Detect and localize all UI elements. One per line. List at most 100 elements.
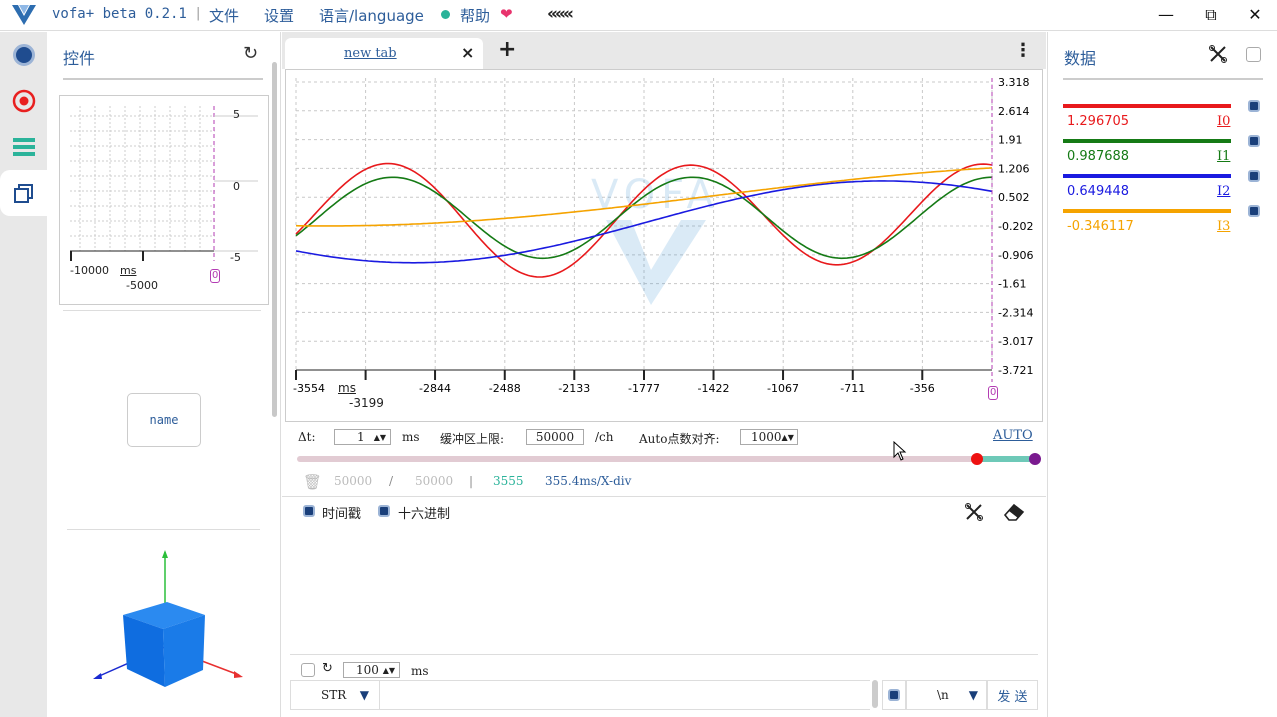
tab-new-tab[interactable]: new tab × [285,38,483,69]
dt-stepper[interactable]: 1 ▲▼ [334,429,391,445]
waveform-svg[interactable]: VOFA 3.3182.6141.911.2060.502-0.202-0.90… [286,70,1042,421]
mouse-cursor-icon [893,441,907,461]
mode-select[interactable]: STR ▼ [290,680,380,710]
y-tick-label: -3.017 [998,335,1033,348]
mini-cursor-label[interactable]: 0 [210,269,221,283]
collapse-icon[interactable]: ««« [547,4,574,24]
scrollbar[interactable] [272,62,277,417]
name-button-widget[interactable]: name [127,393,201,447]
timestamp-label: 时间戳 [322,507,362,522]
channel-name[interactable]: I1 [1217,149,1230,164]
minimize-button[interactable]: — [1156,5,1176,24]
auto-send-checkbox[interactable] [301,663,315,677]
eol-value: \n [937,688,949,702]
hex-checkbox[interactable] [378,505,390,517]
more-icon[interactable]: ⋮ [1014,40,1032,61]
count-separator: / [389,474,394,488]
target-icon [12,89,35,113]
channel-name[interactable]: I3 [1217,219,1230,234]
waveform-chart[interactable]: VOFA 3.318 2.614 1.91 1.206 0.502 -0.202 -0.90… [285,69,1043,422]
channel-row[interactable]: 0.987688 I1 [1063,135,1268,167]
tab-list[interactable] [0,124,47,170]
main-area: new tab × + ⋮ VOFA 3.318 2.614 1.91 1.206 0.… [282,32,1046,717]
select-all-checkbox[interactable] [1246,47,1261,62]
range-end-handle[interactable] [1029,453,1041,465]
menu-file[interactable]: 文件 [209,5,239,26]
vofa-logo-icon [12,5,36,25]
list-icon [12,138,35,156]
hex-send-toggle[interactable] [882,680,906,710]
channel-name[interactable]: I2 [1217,184,1230,199]
x-tick-label: -1422 [698,382,730,395]
channel-row[interactable]: -0.346117 I3 [1063,205,1268,237]
channel-checkbox[interactable] [1248,100,1260,112]
channel-checkbox[interactable] [1248,135,1260,147]
y-tick-label: -0.906 [998,249,1033,262]
cursor-label[interactable]: 0 [988,386,999,400]
y-tick-label: 1.91 [998,134,1023,147]
range-slider-selection [977,456,1033,462]
x-div-value: 355.4ms/X-div [545,474,632,488]
close-button[interactable]: ✕ [1245,5,1265,24]
tab-widgets[interactable] [0,170,47,216]
x-tick-label: -2488 [489,382,521,395]
menu-settings[interactable]: 设置 [264,5,294,26]
cube-3d-widget[interactable] [87,547,247,697]
channel-row[interactable]: 1.296705 I0 [1063,100,1268,132]
dt-unit: ms [402,430,420,444]
auto-link[interactable]: AUTO [993,428,1033,443]
send-button[interactable]: 发 送 [987,680,1038,710]
stepper-arrows-icon[interactable]: ▲▼ [383,666,395,675]
mini-x-tick: -5000 [126,279,158,292]
add-tab-button[interactable]: + [498,37,516,62]
menu-help[interactable]: 帮助 [460,5,490,26]
x-tick-label: -2133 [558,382,590,395]
dt-label: Δt: [298,430,316,444]
timestamp-checkbox[interactable] [303,505,315,517]
scrollbar[interactable] [872,680,878,708]
divider [290,654,1038,655]
title-bar: vofa+ beta 0.2.1 | 文件 设置 语言/language 帮助 … [0,0,1277,31]
visible-points: 3555 [493,474,524,488]
menu-language[interactable]: 语言/language [319,5,424,26]
tab-record[interactable] [0,32,47,78]
interval-stepper[interactable]: 100 ▲▼ [343,662,400,678]
send-input[interactable] [380,680,870,710]
channel-name[interactable]: I0 [1217,114,1230,129]
tab-bar: new tab × + ⋮ [282,32,1046,69]
range-slider-track[interactable] [297,456,975,462]
refresh-icon[interactable]: ↻ [243,43,258,64]
left-rail [0,32,47,717]
divider [1063,78,1263,80]
channel-checkbox[interactable] [1248,170,1260,182]
auto-align-value: 1000 [751,430,782,444]
heart-icon[interactable]: ❤ [500,5,513,23]
y-tick-label: 1.206 [998,162,1030,175]
trash-icon[interactable]: 🗑 [303,473,322,491]
y-tick-label: -3.721 [998,364,1033,377]
app-title: vofa+ beta 0.2.1 [52,6,187,22]
channel-color-bar [1063,174,1231,178]
restore-button[interactable]: ⧉ [1201,5,1221,25]
mini-chart-widget[interactable]: 5 0 -5 -10000 ms -5000 0 [59,95,269,305]
tools-icon[interactable] [964,502,984,522]
tab-close-icon[interactable]: × [461,43,474,62]
range-start-handle[interactable] [971,453,983,465]
channel-checkbox[interactable] [1248,205,1260,217]
stepper-arrows-icon[interactable]: ▲▼ [374,433,386,442]
channel-row[interactable]: 0.649448 I2 [1063,170,1268,202]
tab-target[interactable] [0,78,47,124]
divider [63,310,261,311]
y-tick-label: 3.318 [998,76,1030,89]
eraser-icon[interactable] [1003,502,1025,522]
y-tick-label: -2.314 [998,306,1033,319]
interval-unit: ms [411,664,429,678]
eol-select[interactable]: \n ▼ [906,680,987,710]
watermark-logo-icon [606,220,706,305]
tools-icon[interactable] [1208,44,1228,64]
hex-send-checkbox[interactable] [888,689,900,701]
stepper-arrows-icon[interactable]: ▲▼ [782,433,794,442]
mini-y-tick: -5 [230,251,241,264]
auto-align-stepper[interactable]: 1000 ▲▼ [740,429,798,445]
buffer-input[interactable]: 50000 [526,429,584,445]
